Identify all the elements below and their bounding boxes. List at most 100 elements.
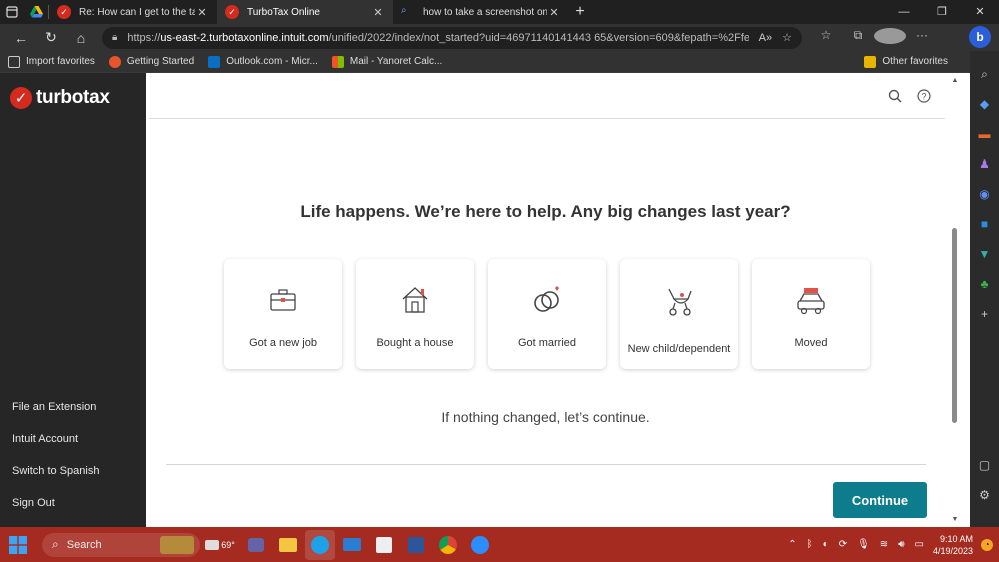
firefox-icon	[108, 55, 121, 68]
scroll-up-arrow-icon[interactable]: ▲	[950, 77, 960, 84]
scroll-down-arrow-icon[interactable]: ▼	[950, 516, 960, 523]
split-screen-icon[interactable]: ▢	[977, 457, 993, 473]
word-icon[interactable]	[401, 530, 431, 560]
widgets-weather-icon[interactable]: 69°	[201, 530, 239, 560]
stroller-icon	[620, 285, 738, 319]
url-text: https://us-east-2.turbotaxonline.intuit.…	[127, 31, 749, 44]
address-bar[interactable]: 🔒︎ https://us-east-2.turbotaxonline.intu…	[102, 26, 802, 49]
tab-screenshot-search[interactable]: ⌕ how to take a screenshot on win ✕	[393, 0, 569, 24]
turbotax-favicon: ✓	[57, 5, 71, 19]
lock-icon: 🔒︎	[112, 32, 118, 43]
shopping-tag-icon[interactable]: ◆	[977, 96, 993, 112]
page-scrollbar[interactable]: ▲ ▼	[945, 73, 970, 527]
favorites-bar: Import favorites Getting Started Outlook…	[0, 51, 970, 73]
close-tab-icon[interactable]: ✕	[547, 6, 561, 19]
new-tab-icon[interactable]: +	[569, 3, 591, 21]
notification-badge-icon[interactable]: ◔	[981, 538, 993, 551]
sync-icon[interactable]: ⟳	[839, 539, 847, 550]
card-new-job[interactable]: Got a new job	[224, 259, 342, 369]
life-events-cards: Got a new job Bought a house Got married…	[224, 259, 884, 369]
favorite-outlook[interactable]: Outlook.com - Micr...	[208, 55, 318, 68]
edge-browser-icon[interactable]	[305, 529, 335, 560]
google-drive-pinned-tab[interactable]	[24, 0, 48, 24]
tab-community-post[interactable]: ✓ Re: How can I get to the tax retur ✕	[49, 0, 217, 24]
outlook-icon[interactable]: ■	[977, 216, 993, 232]
add-icon[interactable]: +	[977, 306, 993, 322]
sign-out-link[interactable]: Sign Out	[12, 495, 99, 527]
favorite-star-icon[interactable]: ☆	[782, 31, 792, 44]
back-icon[interactable]: ←	[6, 30, 36, 46]
games-icon[interactable]: ♟	[977, 156, 993, 172]
continue-prompt: If nothing changed, let’s continue.	[441, 409, 650, 425]
settings-gear-icon[interactable]: ⚙	[977, 487, 993, 503]
bing-chat-icon[interactable]: b	[969, 26, 991, 48]
zoom-icon[interactable]	[465, 530, 495, 560]
wifi-icon[interactable]: ≋	[880, 539, 888, 550]
mail-icon[interactable]	[337, 530, 367, 560]
favorite-mail[interactable]: Mail - Yanoret Calc...	[331, 55, 442, 68]
scroll-thumb[interactable]	[952, 228, 957, 423]
drop-icon[interactable]: ▼	[977, 246, 993, 262]
turbotax-sidebar: ✓ turbotax File an Extension Intuit Acco…	[0, 73, 146, 527]
search-icon[interactable]	[887, 89, 903, 105]
teams-icon[interactable]	[241, 530, 271, 560]
read-aloud-icon[interactable]: A»	[759, 32, 772, 44]
tab-actions-icon[interactable]	[0, 0, 24, 24]
taskbar-search[interactable]: ⌕ Search	[42, 532, 200, 557]
favorite-getting-started[interactable]: Getting Started	[108, 55, 194, 68]
close-tab-icon[interactable]: ✕	[371, 6, 385, 19]
profile-avatar[interactable]	[874, 28, 906, 47]
windows-start-icon[interactable]	[0, 535, 36, 554]
continue-button[interactable]: Continue	[833, 482, 927, 518]
checkmark-icon: ✓	[10, 87, 32, 109]
tray-chevron-up-icon[interactable]: ⌃	[788, 539, 796, 550]
briefcase-icon	[224, 285, 342, 319]
switch-spanish-link[interactable]: Switch to Spanish	[12, 463, 99, 495]
import-icon	[8, 55, 20, 68]
card-moved[interactable]: Moved	[752, 259, 870, 369]
volume-icon[interactable]: 🔊︎	[898, 539, 904, 550]
browser-tabstrip: ✓ Re: How can I get to the tax retur ✕ ✓…	[0, 0, 999, 24]
card-bought-house[interactable]: Bought a house	[356, 259, 474, 369]
favorite-import[interactable]: Import favorites	[8, 55, 95, 68]
chrome-icon[interactable]	[433, 530, 463, 560]
tools-icon[interactable]: ▬	[977, 126, 993, 142]
more-menu-icon[interactable]: ···	[906, 28, 938, 47]
search-icon[interactable]: ⌕	[977, 66, 993, 82]
file-extension-link[interactable]: File an Extension	[12, 399, 99, 431]
page-title: Life happens. We’re here to help. Any bi…	[300, 202, 791, 221]
tray-app-icon[interactable]: ◐	[823, 539, 829, 550]
favorites-icon[interactable]: ☆	[810, 28, 842, 47]
search-highlight-icon	[160, 535, 194, 554]
minimize-icon[interactable]: —	[885, 0, 923, 24]
battery-icon[interactable]: ▭	[915, 539, 924, 550]
folder-icon	[864, 55, 877, 68]
bluetooth-icon[interactable]: ᛒ	[807, 539, 813, 550]
refresh-icon[interactable]: ↻	[36, 29, 66, 46]
home-icon[interactable]: ⌂	[66, 30, 96, 46]
close-window-icon[interactable]: ✕	[961, 0, 999, 24]
browser-toolbar: ← ↻ ⌂ 🔒︎ https://us-east-2.turbotaxonlin…	[0, 24, 999, 51]
turbotax-logo[interactable]: ✓ turbotax	[10, 87, 110, 109]
tab-turbotax-online[interactable]: ✓ TurboTax Online ✕	[217, 0, 393, 24]
taskbar-clock[interactable]: 9:10 AM 4/19/2023	[933, 533, 973, 557]
search-favicon: ⌕	[401, 5, 407, 16]
edge-sidebar: ⌕ ◆ ▬ ♟ ◉ ■ ▼ ♣ + ▢ ⚙	[970, 51, 999, 527]
main-content: ? Life happens. We’re here to help. Any …	[146, 73, 945, 527]
tree-icon[interactable]: ♣	[977, 276, 993, 292]
store-icon[interactable]	[369, 530, 399, 560]
outlook-icon	[208, 55, 221, 68]
help-icon[interactable]: ?	[916, 89, 932, 105]
file-explorer-icon[interactable]	[273, 530, 303, 560]
collections-icon[interactable]: ⧉	[842, 28, 874, 47]
office-icon[interactable]: ◉	[977, 186, 993, 202]
card-got-married[interactable]: Got married	[488, 259, 606, 369]
house-icon	[356, 285, 474, 319]
microphone-icon[interactable]: 🎙︎	[857, 539, 870, 550]
restore-icon[interactable]: ❐	[923, 0, 961, 24]
intuit-account-link[interactable]: Intuit Account	[12, 431, 99, 463]
turbotax-favicon: ✓	[225, 5, 239, 19]
card-new-child[interactable]: New child/dependent	[620, 259, 738, 369]
other-favorites[interactable]: Other favorites	[864, 55, 948, 68]
close-tab-icon[interactable]: ✕	[195, 6, 209, 19]
